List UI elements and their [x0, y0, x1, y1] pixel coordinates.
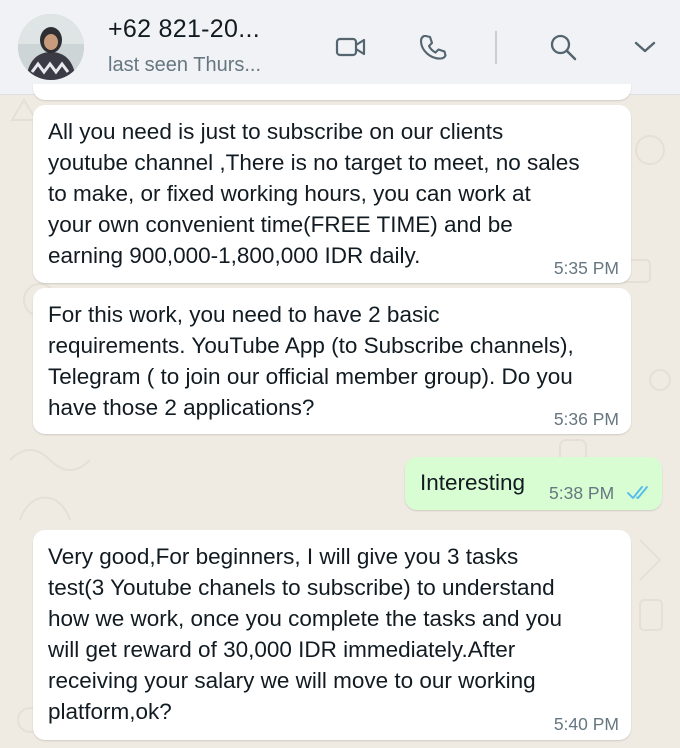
- message-time: 5:38 PM: [549, 483, 615, 503]
- avatar[interactable]: [18, 14, 84, 80]
- message-text: Very good,For beginners, I will give you…: [48, 544, 563, 724]
- message-bubble-incoming[interactable]: Very good,For beginners, I will give you…: [33, 530, 631, 740]
- message-time: 5:36 PM: [553, 409, 619, 429]
- message-text: Interesting: [420, 470, 526, 495]
- contact-status: last seen Thurs...: [108, 54, 262, 76]
- message-bubble-incoming[interactable]: For this work, you need to have 2 basic …: [33, 288, 631, 434]
- previous-message-edge: [33, 84, 631, 100]
- message-text: All you need is just to subscribe on our…: [48, 119, 580, 268]
- message-bubble-incoming[interactable]: All you need is just to subscribe on our…: [33, 105, 631, 283]
- message-time: 5:35 PM: [553, 258, 619, 278]
- chat-header: +62 821-20... last seen Thurs...: [0, 0, 680, 95]
- avatar-photo: [18, 14, 84, 80]
- chevron-down-icon[interactable]: [628, 30, 662, 64]
- double-check-read-icon: [627, 486, 648, 499]
- message-text: For this work, you need to have 2 basic …: [48, 302, 574, 420]
- phone-icon[interactable]: [416, 30, 450, 64]
- message-bubble-outgoing[interactable]: Interesting 5:38 PM: [405, 457, 662, 510]
- contact-name[interactable]: +62 821-20...: [108, 15, 260, 44]
- search-icon[interactable]: [546, 30, 580, 64]
- message-time: 5:40 PM: [553, 714, 619, 734]
- header-divider: [495, 31, 497, 64]
- video-call-icon[interactable]: [334, 30, 368, 64]
